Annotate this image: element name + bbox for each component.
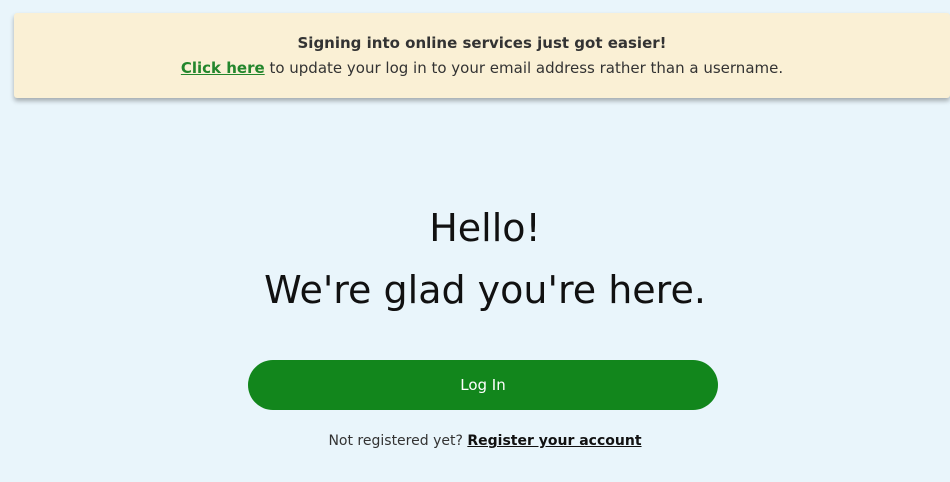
- content-panel: Signing into online services just got ea…: [0, 0, 950, 482]
- register-prompt: Not registered yet?: [328, 433, 468, 449]
- welcome-subtitle: We're glad you're here.: [264, 268, 706, 312]
- register-account-link[interactable]: Register your account: [467, 433, 641, 449]
- info-banner: Signing into online services just got ea…: [14, 13, 950, 98]
- greeting-heading: Hello!: [429, 206, 541, 250]
- banner-message-line: Click here to update your log in to your…: [14, 59, 950, 77]
- page: Signing into online services just got ea…: [0, 0, 950, 482]
- click-here-link[interactable]: Click here: [181, 59, 265, 77]
- banner-title: Signing into online services just got ea…: [297, 34, 667, 52]
- banner-message: to update your log in to your email addr…: [264, 59, 784, 77]
- register-line: Not registered yet? Register your accoun…: [0, 431, 950, 451]
- log-in-button[interactable]: Log In: [248, 360, 718, 410]
